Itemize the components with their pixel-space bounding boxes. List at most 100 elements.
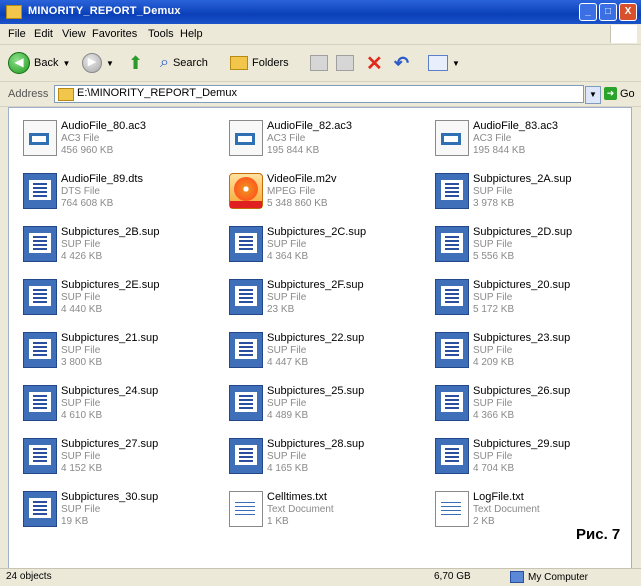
file-type: SUP File [61, 239, 101, 250]
sup-file-icon [435, 173, 469, 209]
file-item[interactable]: Subpictures_25.sup SUP File 4 489 KB [221, 377, 421, 427]
file-item[interactable]: Celltimes.txt Text Document 1 KB [221, 483, 421, 533]
menu-favorites[interactable]: Favorites [92, 28, 137, 40]
menu-help[interactable]: Help [180, 28, 203, 40]
delete-button[interactable]: ✕ [366, 52, 383, 75]
sup-file-icon [23, 491, 57, 527]
ac3-file-icon [435, 120, 469, 156]
file-size: 3 978 KB [473, 198, 515, 209]
folders-icon [230, 56, 248, 70]
file-size: 19 KB [61, 516, 89, 527]
move-to-button[interactable] [310, 52, 328, 74]
sup-file-icon [229, 226, 263, 262]
file-item[interactable]: Subpictures_30.sup SUP File 19 KB [15, 483, 215, 533]
file-item[interactable]: VideoFile.m2v MPEG File 5 348 860 KB [221, 165, 421, 215]
file-item[interactable]: Subpictures_2F.sup SUP File 23 KB [221, 271, 421, 321]
file-name: Subpictures_23.sup [473, 332, 571, 344]
search-icon: ⌕ [160, 54, 169, 71]
address-field[interactable]: E:\MINORITY_REPORT_Demux [54, 85, 584, 103]
file-item[interactable]: Subpictures_21.sup SUP File 3 800 KB [15, 324, 215, 374]
file-item[interactable]: Subpictures_22.sup SUP File 4 447 KB [221, 324, 421, 374]
sup-file-icon [435, 279, 469, 315]
location-zone: My Computer [510, 571, 588, 583]
file-item[interactable]: Subpictures_2A.sup SUP File 3 978 KB [427, 165, 627, 215]
file-size: 4 610 KB [61, 410, 103, 421]
forward-arrow-icon: ▶ [82, 53, 102, 73]
file-type: SUP File [473, 345, 513, 356]
file-item[interactable]: AudioFile_80.ac3 AC3 File 456 960 KB [15, 112, 215, 162]
file-size: 195 844 KB [267, 145, 320, 156]
file-type: SUP File [61, 504, 101, 515]
file-size: 3 800 KB [61, 357, 103, 368]
folders-label: Folders [252, 57, 289, 69]
file-item[interactable]: Subpictures_2E.sup SUP File 4 440 KB [15, 271, 215, 321]
address-label: Address [8, 88, 49, 100]
menu-tools[interactable]: Tools [148, 28, 174, 40]
menu-file[interactable]: File [8, 28, 26, 40]
ac3-file-icon [229, 120, 263, 156]
go-button[interactable]: ➜ Go [604, 87, 635, 100]
address-path: E:\MINORITY_REPORT_Demux [77, 87, 237, 99]
up-arrow-icon: ⬆ [128, 52, 144, 73]
file-item[interactable]: Subpictures_2D.sup SUP File 5 556 KB [427, 218, 627, 268]
file-item[interactable]: AudioFile_82.ac3 AC3 File 195 844 KB [221, 112, 421, 162]
maximize-button[interactable]: □ [599, 3, 617, 21]
file-item[interactable]: Subpictures_29.sup SUP File 4 704 KB [427, 430, 627, 480]
title-bar[interactable]: MINORITY_REPORT_Demux _ □ X [0, 0, 641, 24]
file-item[interactable]: Subpictures_2B.sup SUP File 4 426 KB [15, 218, 215, 268]
views-button[interactable]: ▼ [428, 52, 460, 74]
sup-file-icon [23, 385, 57, 421]
file-item[interactable]: AudioFile_89.dts DTS File 764 608 KB [15, 165, 215, 215]
file-type: SUP File [61, 292, 101, 303]
sup-file-icon [435, 438, 469, 474]
move-to-icon [310, 55, 328, 71]
file-size: 195 844 KB [473, 145, 526, 156]
file-type: SUP File [473, 292, 513, 303]
file-type: DTS File [61, 186, 100, 197]
file-name: Subpictures_24.sup [61, 385, 159, 397]
file-name: Subpictures_21.sup [61, 332, 159, 344]
file-item[interactable]: Subpictures_27.sup SUP File 4 152 KB [15, 430, 215, 480]
copy-to-button[interactable] [336, 52, 354, 74]
file-item[interactable]: Subpictures_2C.sup SUP File 4 364 KB [221, 218, 421, 268]
forward-button[interactable]: ▶ ▼ [82, 52, 114, 74]
sup-file-icon [229, 438, 263, 474]
menu-view[interactable]: View [62, 28, 86, 40]
file-list[interactable]: AudioFile_80.ac3 AC3 File 456 960 KB Aud… [8, 107, 632, 569]
file-type: AC3 File [267, 133, 306, 144]
undo-icon: ↶ [394, 52, 410, 73]
file-type: SUP File [61, 451, 101, 462]
file-type: SUP File [473, 451, 513, 462]
up-folder-button[interactable]: ⬆ [128, 52, 143, 74]
toolbar: ◀ Back ▼ ▶ ▼ ⬆ ⌕ Search Folders ✕ ↶ ▼ [0, 45, 641, 82]
undo-button[interactable]: ↶ [394, 52, 409, 74]
file-size: 4 426 KB [61, 251, 103, 262]
sup-file-icon [23, 332, 57, 368]
address-dropdown-button[interactable]: ▼ [585, 86, 601, 104]
text-file-icon [229, 491, 263, 527]
file-type: SUP File [473, 186, 513, 197]
computer-icon [510, 571, 524, 583]
menu-edit[interactable]: Edit [34, 28, 53, 40]
search-button[interactable]: ⌕ Search [160, 52, 208, 74]
minimize-button[interactable]: _ [579, 3, 597, 21]
file-name: Subpictures_2A.sup [473, 173, 572, 185]
back-button[interactable]: ◀ Back ▼ [8, 52, 70, 74]
file-item[interactable]: Subpictures_23.sup SUP File 4 209 KB [427, 324, 627, 374]
close-button[interactable]: X [619, 3, 637, 21]
file-name: VideoFile.m2v [267, 173, 337, 185]
file-type: Text Document [473, 504, 540, 515]
sup-file-icon [229, 385, 263, 421]
file-item[interactable]: Subpictures_26.sup SUP File 4 366 KB [427, 377, 627, 427]
file-item[interactable]: Subpictures_24.sup SUP File 4 610 KB [15, 377, 215, 427]
file-item[interactable]: Subpictures_28.sup SUP File 4 165 KB [221, 430, 421, 480]
folder-icon [6, 5, 22, 19]
window-title: MINORITY_REPORT_Demux [28, 5, 181, 17]
folders-button[interactable]: Folders [230, 52, 289, 74]
file-name: Subpictures_25.sup [267, 385, 365, 397]
file-size: 1 KB [267, 516, 289, 527]
views-icon [428, 55, 448, 71]
file-name: Subpictures_20.sup [473, 279, 571, 291]
file-item[interactable]: Subpictures_20.sup SUP File 5 172 KB [427, 271, 627, 321]
file-item[interactable]: AudioFile_83.ac3 AC3 File 195 844 KB [427, 112, 627, 162]
